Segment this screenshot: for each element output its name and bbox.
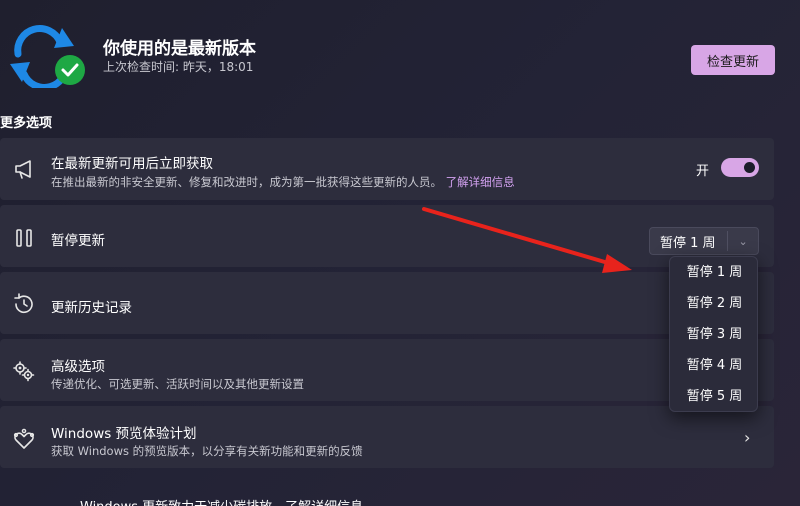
pause-option-5-weeks[interactable]: 暂停 5 周 xyxy=(670,382,759,412)
toggle-knob xyxy=(744,162,755,173)
pause-option-1-week[interactable]: 暂停 1 周 xyxy=(670,258,759,288)
learn-more-link[interactable]: 了解详细信息 xyxy=(446,175,515,189)
section-title: 更多选项 xyxy=(0,116,53,131)
chevron-down-icon[interactable]: ⌄ xyxy=(728,235,758,248)
pause-updates-title: 暂停更新 xyxy=(51,233,105,249)
latest-updates-desc-text: 在推出最新的非安全更新、修复和改进时，成为第一批获得这些更新的人员。 xyxy=(51,175,442,189)
advanced-options-desc: 传递优化、可选更新、活跃时间以及其他更新设置 xyxy=(51,377,304,391)
insider-program-desc: 获取 Windows 的预览版本，以分享有关新功能和更新的反馈 xyxy=(51,444,363,458)
pause-updates-card: 暂停更新 暂停 1 周 ⌄ xyxy=(0,205,774,267)
toggle-state-label: 开 xyxy=(696,164,710,179)
pause-option-4-weeks[interactable]: 暂停 4 周 xyxy=(670,351,759,381)
pause-option-2-weeks[interactable]: 暂停 2 周 xyxy=(670,289,759,319)
chevron-right-icon[interactable]: › xyxy=(744,428,750,447)
latest-updates-title: 在最新更新可用后立即获取 xyxy=(51,156,213,172)
pause-duration-dropdown: 暂停 1 周 暂停 2 周 暂停 3 周 暂停 4 周 暂停 5 周 xyxy=(669,256,758,412)
history-icon xyxy=(14,293,33,314)
insider-program-title: Windows 预览体验计划 xyxy=(51,426,197,442)
check-updates-button[interactable]: 检查更新 xyxy=(691,45,775,75)
megaphone-icon xyxy=(15,160,31,179)
latest-updates-toggle[interactable] xyxy=(721,158,759,177)
advanced-options-title: 高级选项 xyxy=(51,359,105,375)
last-checked-text: 上次检查时间: 昨天，18:01 xyxy=(103,60,254,74)
latest-updates-desc: 在推出最新的非安全更新、修复和改进时，成为第一批获得这些更新的人员。 了解详细信… xyxy=(51,174,515,190)
pause-option-3-weeks[interactable]: 暂停 3 周 xyxy=(670,320,759,350)
update-history-title: 更新历史记录 xyxy=(51,300,132,316)
pause-duration-value: 暂停 1 周 xyxy=(660,235,716,251)
insider-hearts-icon xyxy=(13,428,35,449)
pause-duration-select[interactable]: 暂停 1 周 ⌄ xyxy=(649,227,759,255)
update-status-header: 你使用的是最新版本 上次检查时间: 昨天，18:01 检查更新 xyxy=(0,0,800,110)
pause-icon xyxy=(16,229,32,247)
gears-icon xyxy=(13,361,35,382)
page-title: 你使用的是最新版本 xyxy=(103,39,256,59)
insider-program-card[interactable]: Windows 预览体验计划 获取 Windows 的预览版本，以分享有关新功能… xyxy=(0,406,774,468)
sync-status-icon xyxy=(10,25,85,88)
advanced-options-card[interactable]: 高级选项 传递优化、可选更新、活跃时间以及其他更新设置 xyxy=(0,339,774,401)
latest-updates-card: 在最新更新可用后立即获取 在推出最新的非安全更新、修复和改进时，成为第一批获得这… xyxy=(0,138,774,200)
update-history-card[interactable]: 更新历史记录 xyxy=(0,272,774,334)
bottom-cutoff-text: Windows 更新致力于减少碳排放。了解详细信息 xyxy=(80,496,380,506)
